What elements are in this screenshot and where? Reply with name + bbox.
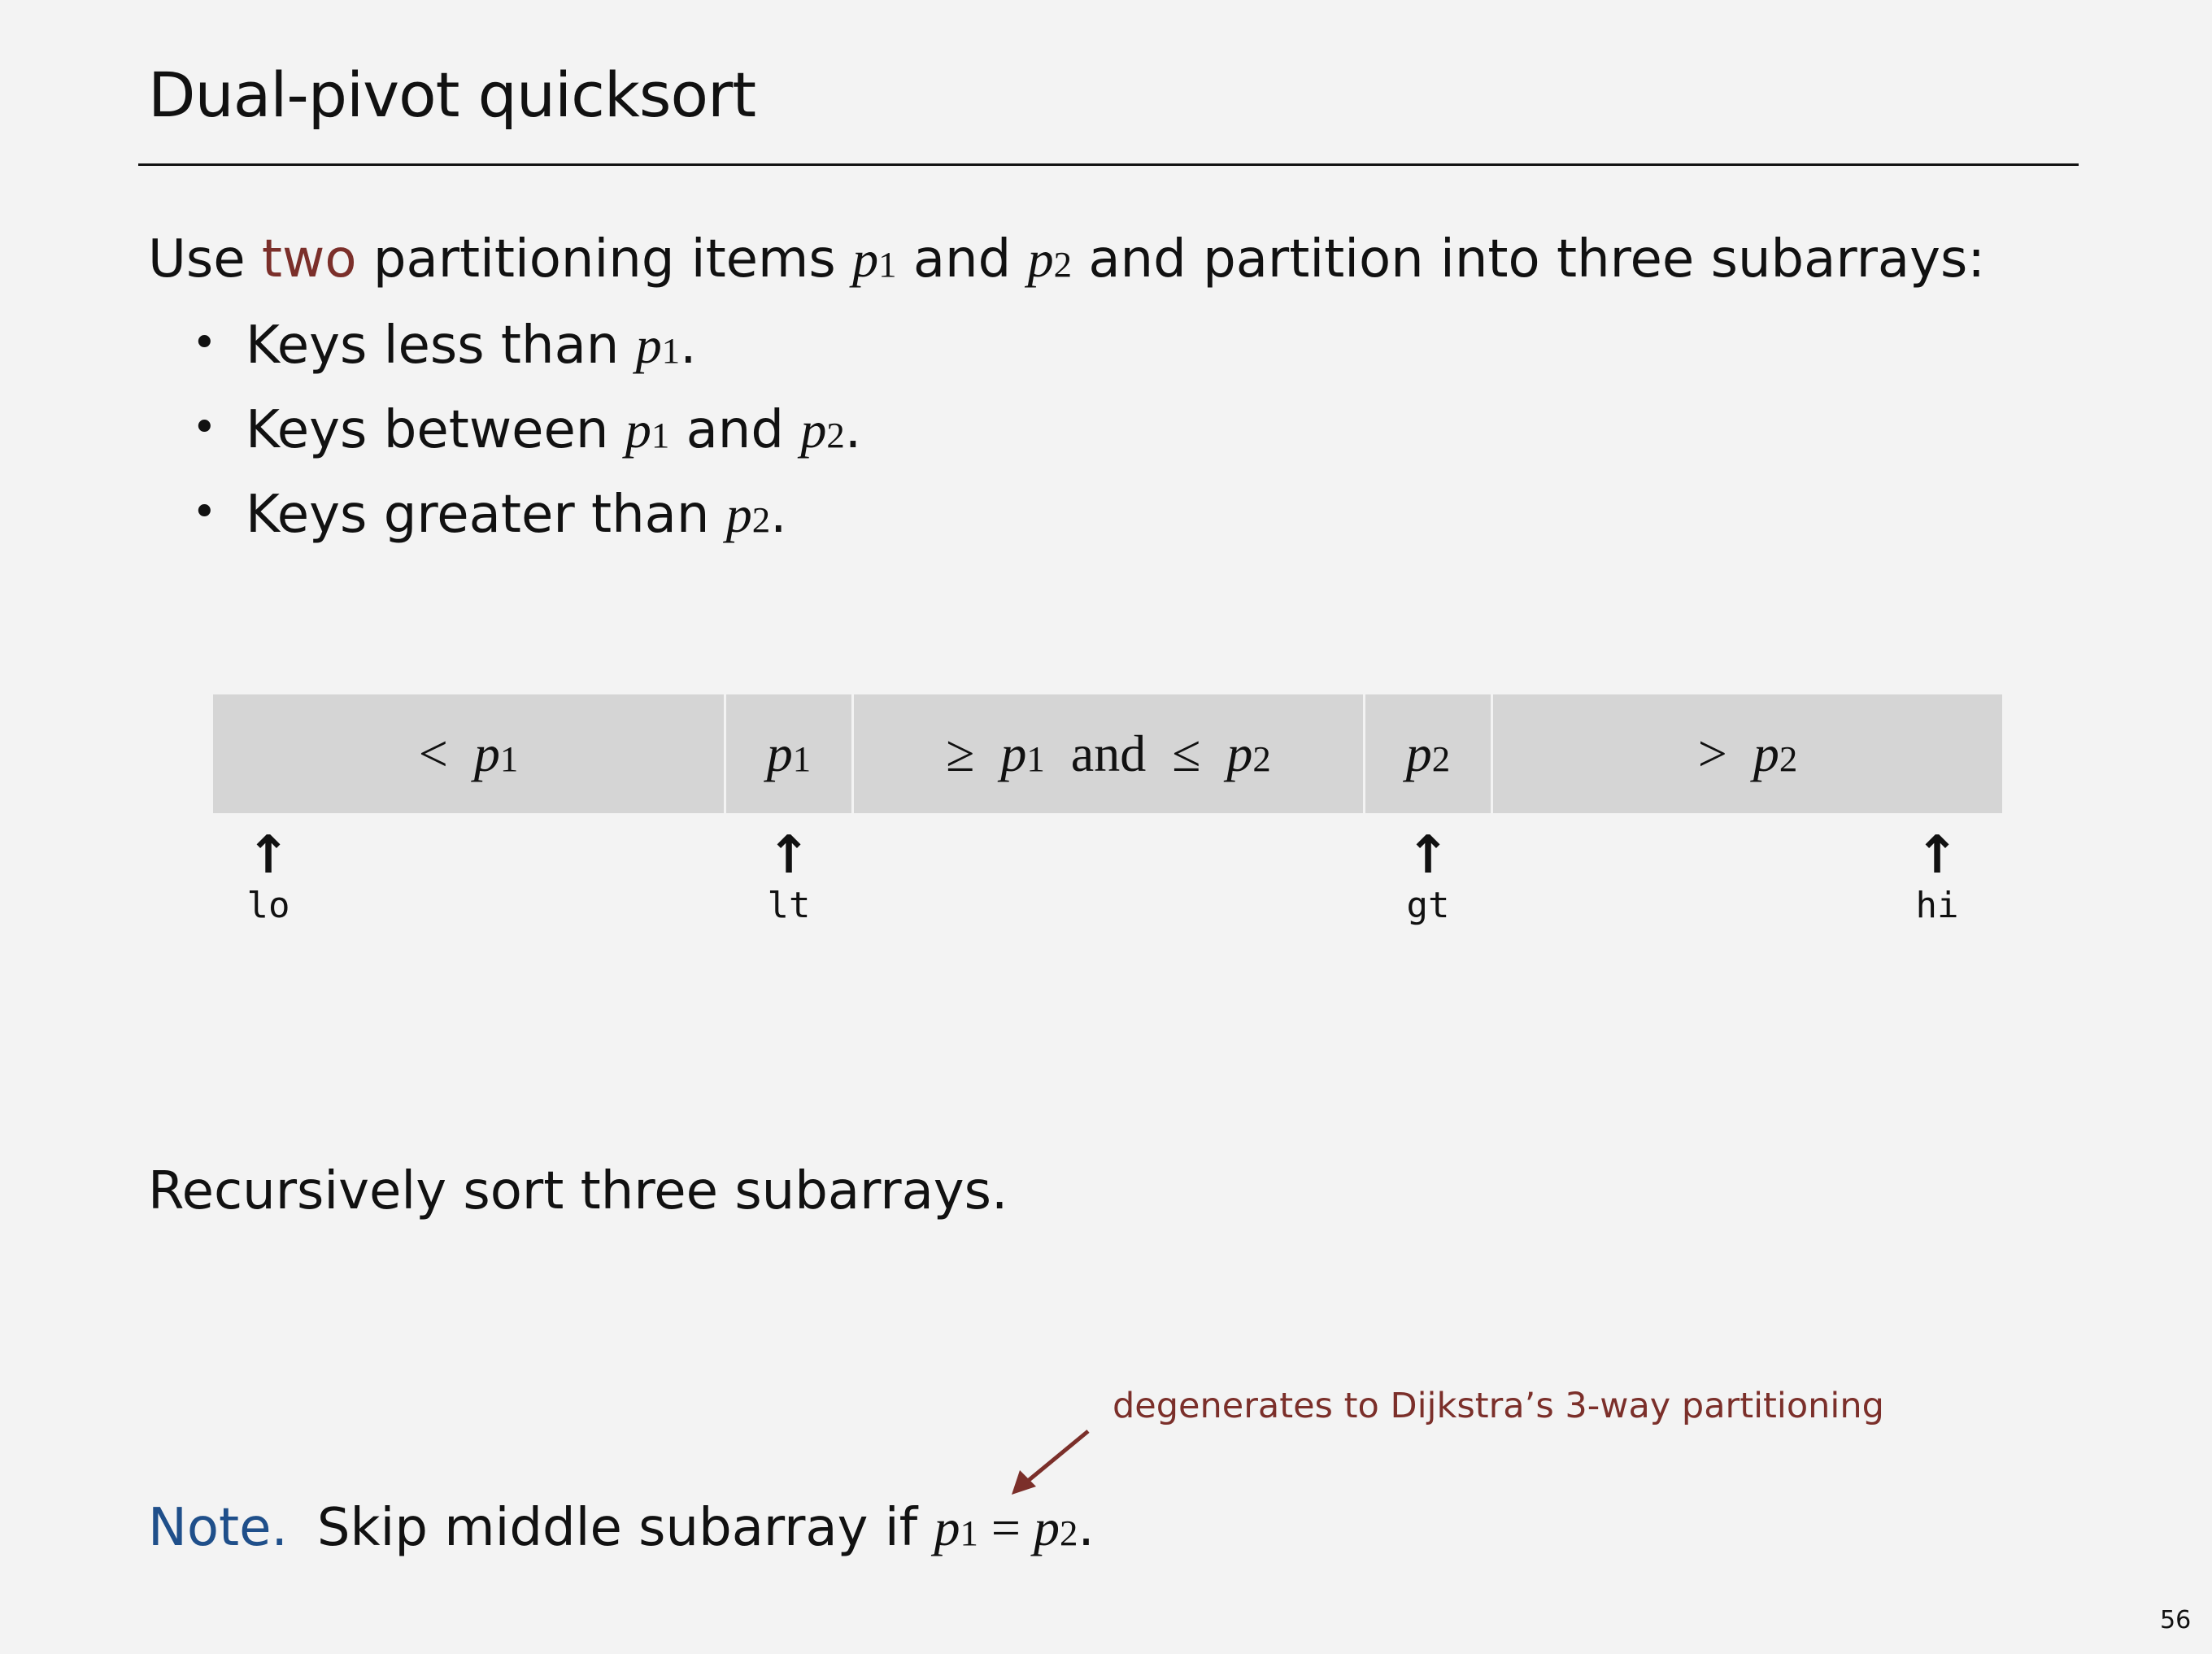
up-arrow-icon: ↑ [246,825,290,886]
cell-p2: p2 [1405,725,1451,782]
p2-symbol: p2 [1034,1499,1078,1556]
intro-accent-two: two [261,229,357,289]
bullet-dot: • [192,488,217,538]
p1-symbol: p1 [852,230,897,288]
up-arrow-icon: ↑ [1915,825,1959,886]
annotation-text: degenerates to Dijkstra’s 3-way partitio… [1113,1386,1884,1426]
bullet-greater-than: • Keys greater than p2. [192,485,787,545]
pointer-gt: ↑ gt [1371,829,1485,926]
cell-p1: p1 [766,725,812,782]
bullet-less-than: • Keys less than p1. [192,316,697,376]
partition-diagram: < p1 p1 ≥ p1 and ≤ p2 p2 > p2 [213,694,2002,813]
bullet-dot: • [192,319,217,368]
intro-sentence: Use two partitioning items p1 and p2 and… [148,229,1985,289]
page-number: 56 [2160,1606,2192,1634]
cell-less-than-p1: < p1 [418,725,519,782]
pointer-label: hi [1915,885,1959,926]
intro-text-3: and partition into three subarrays: [1071,229,1985,289]
p2-symbol: p2 [725,485,771,543]
note-label: Note. [148,1498,288,1558]
pointer-label: lo [246,885,290,926]
up-arrow-icon: ↑ [1406,825,1450,886]
pointer-label: gt [1406,885,1450,926]
recurse-sentence: Recursively sort three subarrays. [148,1161,1008,1221]
intro-and: and [896,229,1028,289]
cell-greater-than-p2: > p2 [1697,725,1798,782]
title-divider [138,163,2079,166]
slide-title: Dual-pivot quicksort [148,59,756,131]
note-sentence: Note. Skip middle subarray if p1 = p2. [148,1498,1095,1558]
pointer-hi: ↑ hi [1880,829,1994,926]
intro-text-2: partitioning items [356,229,853,289]
bullet-between: • Keys between p1 and p2. [192,400,862,460]
p1-symbol: p1 [625,401,670,459]
intro-text-1: Use [148,229,262,289]
p1-symbol: p1 [635,316,681,374]
pointer-label: lt [767,885,811,926]
p2-symbol: p2 [800,401,845,459]
pointer-lo: ↑ lo [211,829,325,926]
cell-between: ≥ p1 and ≤ p2 [946,725,1271,782]
bullet-dot: • [192,403,217,453]
pointer-lt: ↑ lt [732,829,846,926]
annotation-arrow-icon [1012,1430,1090,1495]
p2-symbol: p2 [1027,230,1072,288]
up-arrow-icon: ↑ [767,825,811,886]
p1-symbol: p1 [934,1499,978,1556]
